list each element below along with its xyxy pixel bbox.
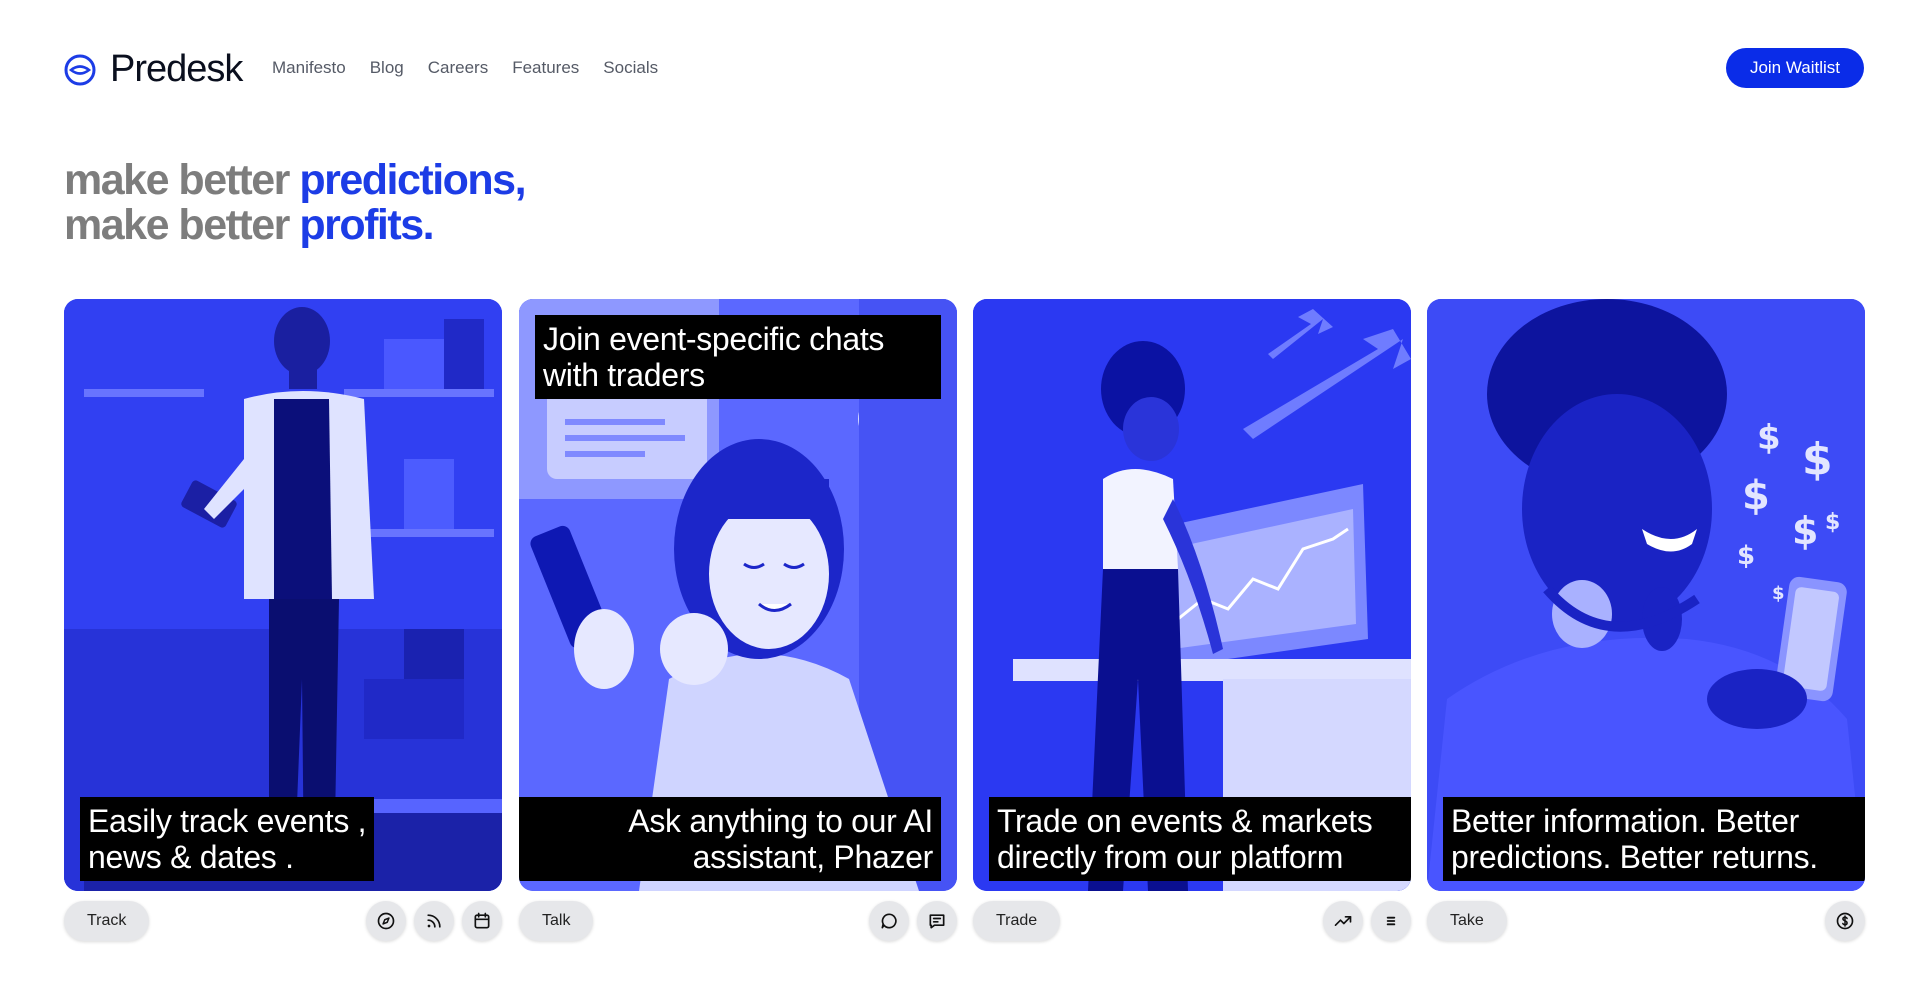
- eye-logo-icon: [64, 54, 96, 85]
- tab-track[interactable]: Track: [64, 901, 150, 941]
- tab-take[interactable]: Take: [1427, 901, 1507, 941]
- hero-line2-blue: profits.: [299, 201, 434, 249]
- hero-heading: make better predictions, make better pro…: [64, 156, 527, 249]
- calendar-icon: [474, 912, 490, 929]
- feature-card-track[interactable]: Easily track events , news & dates .: [64, 299, 502, 891]
- compass-button[interactable]: [366, 901, 406, 941]
- tab-trade[interactable]: Trade: [973, 901, 1061, 941]
- svg-text:$: $: [1825, 510, 1840, 535]
- nav-socials[interactable]: Socials: [603, 58, 658, 78]
- message-square-text-icon: [929, 914, 945, 929]
- trending-up-icon: [1334, 916, 1352, 926]
- main-nav: Manifesto Blog Careers Features Socials: [272, 58, 658, 78]
- svg-text:$: $: [1757, 418, 1781, 458]
- card-trade-caption: Trade on events & markets directly from …: [989, 797, 1411, 881]
- card-talk-top-caption: Join event-specific chats with traders: [535, 315, 941, 399]
- dollar-circle-icon: [1836, 912, 1854, 930]
- card-track-caption: Easily track events , news & dates .: [80, 797, 375, 881]
- nav-blog[interactable]: Blog: [370, 58, 404, 78]
- feature-card-talk[interactable]: Join event-specific chats with traders A…: [519, 299, 957, 891]
- card-talk-bottom-caption: Ask anything to our AI assistant, Phazer: [519, 797, 941, 881]
- nav-manifesto[interactable]: Manifesto: [272, 58, 346, 78]
- dollar-button[interactable]: [1825, 901, 1865, 941]
- feature-card-trade[interactable]: Trade on events & markets directly from …: [973, 299, 1411, 891]
- brand-name: Predesk: [110, 48, 243, 90]
- feature-card-take[interactable]: $ $ $ $ $ $ $ Better information. Better…: [1427, 299, 1865, 891]
- svg-text:$: $: [1742, 473, 1770, 519]
- site-header: Predesk Manifesto Blog Careers Features …: [64, 46, 1864, 90]
- chat-bubble-icon: [881, 913, 897, 929]
- compass-icon: [377, 912, 395, 930]
- nav-features[interactable]: Features: [512, 58, 579, 78]
- list-button[interactable]: [1371, 901, 1411, 941]
- nav-careers[interactable]: Careers: [428, 58, 488, 78]
- join-waitlist-button[interactable]: Join Waitlist: [1725, 48, 1864, 88]
- svg-text:$: $: [1802, 434, 1833, 485]
- trending-button[interactable]: [1323, 901, 1363, 941]
- tab-talk[interactable]: Talk: [519, 901, 594, 941]
- hero-line2-gray: make better: [64, 201, 300, 249]
- chat-button[interactable]: [869, 901, 909, 941]
- message-button[interactable]: [917, 901, 957, 941]
- svg-text:$: $: [1792, 509, 1818, 553]
- brand-logo[interactable]: Predesk: [64, 48, 243, 91]
- list-icon: [1386, 916, 1396, 926]
- hero-line1-blue: predictions,: [299, 156, 526, 204]
- rss-button[interactable]: [414, 901, 454, 941]
- svg-text:$: $: [1737, 541, 1755, 571]
- card-take-caption: Better information. Better predictions. …: [1443, 797, 1865, 881]
- rss-icon: [427, 914, 441, 928]
- svg-text:$: $: [1772, 583, 1785, 604]
- calendar-button[interactable]: [462, 901, 502, 941]
- hero-line1-gray: make better: [64, 156, 300, 204]
